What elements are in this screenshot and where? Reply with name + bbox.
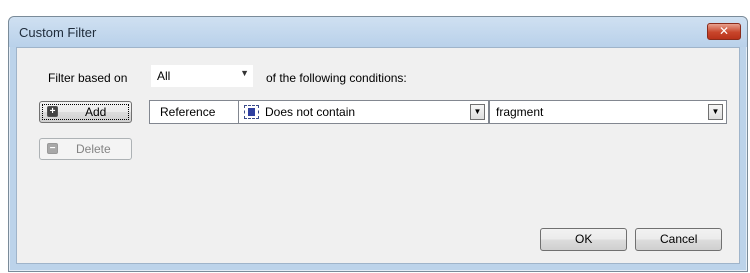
minus-icon: − xyxy=(47,143,58,154)
filter-mode-value: All xyxy=(157,69,171,83)
condition-field-cell[interactable]: Reference xyxy=(149,100,239,124)
custom-filter-dialog: Custom Filter ✕ Filter based on All ▼ of… xyxy=(8,16,748,272)
close-button[interactable]: ✕ xyxy=(707,23,741,40)
delete-condition-button[interactable]: − Delete xyxy=(39,138,132,160)
plus-icon: + xyxy=(47,106,58,117)
ok-button-label: OK xyxy=(575,232,593,246)
conditions-suffix-label: of the following conditions: xyxy=(266,71,407,85)
delete-button-label: Delete xyxy=(76,142,111,156)
dialog-body: Filter based on All ▼ of the following c… xyxy=(16,47,740,264)
condition-operator-value: Does not contain xyxy=(265,105,356,119)
cancel-button-label: Cancel xyxy=(660,232,698,246)
condition-field-value: Reference xyxy=(160,105,216,119)
condition-operator-select[interactable]: Does not contain ▼ xyxy=(238,100,489,124)
close-icon: ✕ xyxy=(718,24,730,38)
add-button-label: Add xyxy=(85,105,107,119)
chevron-down-icon[interactable]: ▼ xyxy=(708,104,723,120)
filter-mode-select[interactable]: All ▼ xyxy=(151,65,253,87)
add-condition-button[interactable]: + Add xyxy=(39,101,132,123)
condition-value-input[interactable]: fragment ▼ xyxy=(489,100,727,124)
condition-value-text: fragment xyxy=(496,105,544,119)
condition-operator-icon xyxy=(244,105,259,119)
title-bar: Custom Filter ✕ xyxy=(9,17,747,47)
filter-based-on-label: Filter based on xyxy=(48,71,128,85)
chevron-down-icon: ▼ xyxy=(240,68,249,78)
dialog-title: Custom Filter xyxy=(19,25,97,40)
chevron-down-icon[interactable]: ▼ xyxy=(470,104,485,120)
cancel-button[interactable]: Cancel xyxy=(635,228,722,251)
ok-button[interactable]: OK xyxy=(540,228,627,251)
